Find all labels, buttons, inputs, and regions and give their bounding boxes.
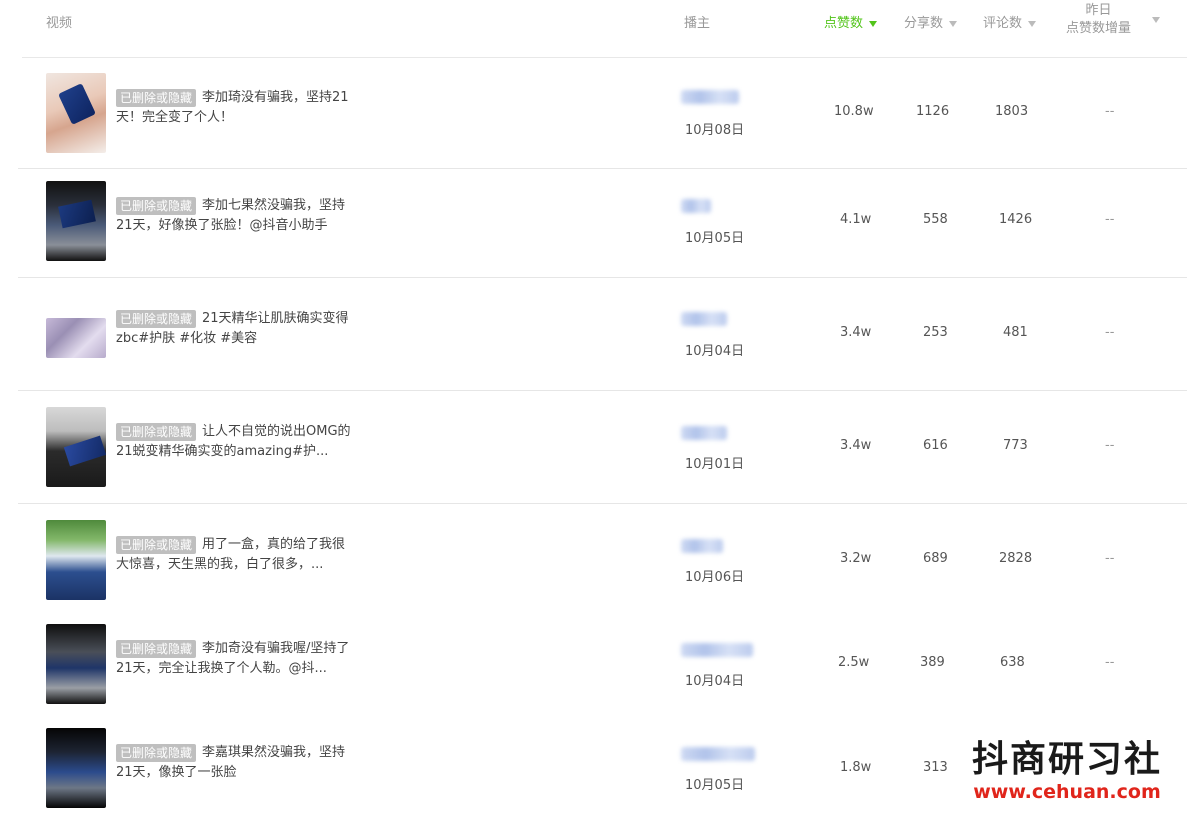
- video-thumbnail[interactable]: [46, 728, 106, 808]
- publish-date: 10月04日: [685, 674, 745, 689]
- streamer-name-blurred[interactable]: [681, 90, 739, 104]
- likes-header-label: 点赞数: [824, 16, 864, 31]
- comments-count: 1426: [999, 212, 1033, 227]
- video-title-text: 李嘉琪果然没骗我，坚持21天，像换了一张脸: [116, 745, 346, 780]
- video-title[interactable]: 李加奇没有骗我喔/坚持了21天，完全让我换了个人勒。@抖...: [116, 639, 356, 679]
- shares-header-label: 分享数: [904, 16, 944, 31]
- sort-desc-icon: [869, 20, 878, 27]
- comments-count: 1803: [995, 104, 1029, 119]
- likes-count: 1.8w: [840, 760, 872, 775]
- streamer-name-blurred[interactable]: [681, 747, 755, 761]
- sort-caret-icon: [1028, 20, 1037, 27]
- video-title-text: 让人不自觉的说出OMG的21蜕变精华确实变的amazing#护...: [116, 424, 351, 459]
- sort-caret-icon: [949, 20, 958, 27]
- likes-count: 10.8w: [834, 104, 874, 119]
- comments-count: 481: [1003, 325, 1028, 340]
- table-row[interactable]: 已删除或隐藏 李加七果然没骗我，坚持21天，好像换了张脸！@抖音小助手 10月0…: [18, 169, 1187, 278]
- video-thumbnail[interactable]: [46, 407, 106, 487]
- streamer-name-blurred[interactable]: [681, 312, 727, 326]
- video-thumbnail[interactable]: [46, 624, 106, 704]
- comments-header-label: 评论数: [983, 16, 1023, 31]
- column-header-video: 视频: [46, 16, 73, 31]
- video-title-text: 用了一盒，真的给了我很大惊喜，天生黑的我，白了很多，...: [116, 537, 346, 572]
- video-thumbnail[interactable]: [46, 520, 106, 600]
- comments-count: 2828: [999, 551, 1033, 566]
- growth-header-line2: 点赞数增量: [1066, 21, 1132, 36]
- video-title[interactable]: 让人不自觉的说出OMG的21蜕变精华确实变的amazing#护...: [116, 422, 356, 462]
- publish-date: 10月04日: [685, 344, 745, 359]
- video-title-text: 21天精华让肌肤确实变得zbc#护肤 #化妆 #美容: [116, 311, 349, 346]
- likes-count: 2.5w: [838, 655, 870, 670]
- likes-count: 3.2w: [840, 551, 872, 566]
- streamer-name-blurred[interactable]: [681, 539, 723, 553]
- column-header-growth[interactable]: 昨日 点赞数增量: [1066, 2, 1131, 38]
- video-thumbnail[interactable]: [46, 318, 106, 358]
- video-thumbnail[interactable]: [46, 181, 106, 261]
- shares-count: 689: [923, 551, 948, 566]
- growth-count: --: [1105, 325, 1115, 340]
- shares-count: 558: [923, 212, 948, 227]
- watermark-url: www.cehuan.com: [973, 781, 1161, 803]
- table-row[interactable]: 已删除或隐藏 李加奇没有骗我喔/坚持了21天，完全让我换了个人勒。@抖... 1…: [18, 612, 1187, 716]
- table-row[interactable]: 已删除或隐藏 李加琦没有骗我，坚持21天！完全变了个人！ 10月08日 10.8…: [18, 57, 1187, 169]
- streamer-name-blurred[interactable]: [681, 199, 711, 213]
- column-header-likes[interactable]: 点赞数: [824, 12, 878, 31]
- streamer-name-blurred[interactable]: [681, 426, 727, 440]
- video-title-text: 李加七果然没骗我，坚持21天，好像换了张脸！@抖音小助手: [116, 198, 346, 233]
- video-title-text: 李加琦没有骗我，坚持21天！完全变了个人！: [116, 90, 349, 125]
- table-header: 视频 播主 点赞数 分享数 评论数 昨日点赞数增量: [22, 0, 1187, 58]
- table-row[interactable]: 已删除或隐藏 让人不自觉的说出OMG的21蜕变精华确实变的amazing#护..…: [18, 391, 1187, 504]
- shares-count: 389: [920, 655, 945, 670]
- video-title-text: 李加奇没有骗我喔/坚持了21天，完全让我换了个人勒。@抖...: [116, 641, 350, 676]
- likes-count: 3.4w: [840, 438, 872, 453]
- growth-count: --: [1105, 212, 1115, 227]
- watermark-title: 抖商研习社: [971, 738, 1162, 780]
- watermark-logo: 抖商研习社 www.cehuan.com: [962, 737, 1172, 803]
- sort-caret-icon[interactable]: [1152, 17, 1160, 23]
- shares-count: 253: [923, 325, 948, 340]
- likes-count: 3.4w: [840, 325, 872, 340]
- video-title[interactable]: 用了一盒，真的给了我很大惊喜，天生黑的我，白了很多，...: [116, 535, 356, 575]
- growth-count: --: [1105, 438, 1115, 453]
- publish-date: 10月05日: [685, 778, 745, 793]
- streamer-name-blurred[interactable]: [681, 643, 753, 657]
- publish-date: 10月05日: [685, 231, 745, 246]
- column-header-streamer: 播主: [684, 16, 711, 31]
- comments-count: 638: [1000, 655, 1025, 670]
- growth-count: --: [1105, 104, 1115, 119]
- publish-date: 10月08日: [685, 123, 745, 138]
- video-title[interactable]: 李嘉琪果然没骗我，坚持21天，像换了一张脸: [116, 743, 356, 783]
- column-header-shares[interactable]: 分享数: [904, 12, 958, 31]
- video-title[interactable]: 李加琦没有骗我，坚持21天！完全变了个人！: [116, 88, 356, 128]
- video-thumbnail[interactable]: [46, 73, 106, 153]
- table-row[interactable]: 已删除或隐藏 21天精华让肌肤确实变得zbc#护肤 #化妆 #美容 10月04日…: [18, 278, 1187, 391]
- comments-count: 773: [1003, 438, 1028, 453]
- video-title[interactable]: 21天精华让肌肤确实变得zbc#护肤 #化妆 #美容: [116, 309, 356, 349]
- table-row[interactable]: 已删除或隐藏 用了一盒，真的给了我很大惊喜，天生黑的我，白了很多，... 10月…: [18, 504, 1187, 612]
- shares-count: 313: [923, 760, 948, 775]
- growth-header-line1: 昨日: [1085, 3, 1112, 18]
- publish-date: 10月01日: [685, 457, 745, 472]
- column-header-comments[interactable]: 评论数: [983, 12, 1037, 31]
- shares-count: 616: [923, 438, 948, 453]
- growth-count: --: [1105, 655, 1115, 670]
- publish-date: 10月06日: [685, 570, 745, 585]
- shares-count: 1126: [916, 104, 950, 119]
- likes-count: 4.1w: [840, 212, 872, 227]
- growth-count: --: [1105, 551, 1115, 566]
- video-title[interactable]: 李加七果然没骗我，坚持21天，好像换了张脸！@抖音小助手: [116, 196, 356, 236]
